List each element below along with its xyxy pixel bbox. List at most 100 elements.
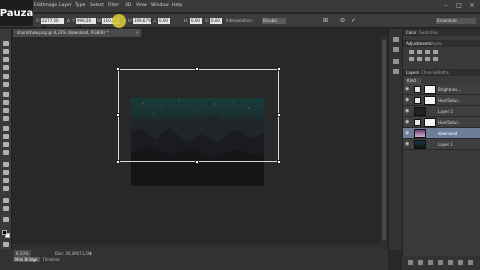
- add-mask-icon[interactable]: [428, 260, 433, 265]
- layer-row[interactable]: ◉ Layer 2: [403, 106, 480, 117]
- delta-icon[interactable]: Δ: [67, 18, 70, 23]
- black-white-adjustment-icon[interactable]: [425, 57, 430, 61]
- visibility-eye-icon[interactable]: ◉: [405, 109, 410, 114]
- crop-tool-icon[interactable]: [3, 74, 9, 79]
- quick-mask-icon[interactable]: [3, 242, 9, 247]
- close-icon[interactable]: ×: [469, 3, 475, 9]
- y-input[interactable]: 999,50 px: [76, 18, 96, 29]
- paragraph-icon[interactable]: [393, 69, 399, 74]
- commit-transform-icon[interactable]: ✓: [350, 17, 357, 24]
- shape-tool-icon[interactable]: [3, 186, 9, 191]
- workspace-select[interactable]: Essentials: [436, 18, 476, 24]
- v-skew-input[interactable]: 0,00: [210, 18, 222, 24]
- history-icon[interactable]: [393, 37, 399, 42]
- menu-3d[interactable]: 3D: [125, 3, 131, 8]
- layer-row[interactable]: ◉ Brightnes...: [403, 84, 480, 95]
- transform-handle[interactable]: [195, 160, 199, 164]
- transform-handle[interactable]: [195, 67, 199, 71]
- blur-tool-icon[interactable]: [3, 142, 9, 147]
- tab-adjustments[interactable]: Adjustments: [406, 41, 431, 46]
- layer-row[interactable]: ◉ Hue/Satur...: [403, 95, 480, 106]
- levels-adjustment-icon[interactable]: [417, 50, 422, 54]
- pen-tool-icon[interactable]: [3, 162, 9, 167]
- path-select-tool-icon[interactable]: [3, 178, 9, 183]
- status-arrow-icon[interactable]: ▸: [90, 251, 92, 256]
- angle-input[interactable]: 0,00: [158, 18, 170, 24]
- transform-handle[interactable]: [116, 113, 120, 117]
- layer-style-icon[interactable]: [418, 260, 423, 265]
- visibility-eye-icon[interactable]: ◉: [405, 120, 410, 125]
- tab-channels[interactable]: Channels: [421, 70, 440, 75]
- lasso-tool-icon[interactable]: [3, 57, 9, 62]
- hand-tool-icon[interactable]: [3, 198, 9, 203]
- x-input[interactable]: 2277,50 px: [41, 18, 64, 29]
- foreground-color-swatch[interactable]: [2, 230, 7, 235]
- transform-handle[interactable]: [277, 113, 281, 117]
- layer-mask-thumbnail[interactable]: [424, 96, 436, 105]
- visibility-eye-icon[interactable]: ◉: [405, 131, 410, 136]
- tab-paths[interactable]: Paths: [438, 70, 449, 75]
- maximize-icon[interactable]: □: [456, 3, 462, 9]
- quick-select-tool-icon[interactable]: [3, 65, 9, 70]
- menu-type[interactable]: Type: [75, 3, 85, 8]
- link-layers-icon[interactable]: [408, 260, 413, 265]
- visibility-eye-icon[interactable]: ◉: [405, 98, 410, 103]
- transform-handle[interactable]: [116, 160, 120, 164]
- move-tool-icon[interactable]: [3, 41, 9, 46]
- eraser-tool-icon[interactable]: [3, 126, 9, 131]
- hue-saturation-adjustment-icon[interactable]: [409, 57, 414, 61]
- brightness-adjustment-icon[interactable]: [409, 50, 414, 54]
- tab-styles[interactable]: Styles: [430, 41, 442, 46]
- color-balance-adjustment-icon[interactable]: [417, 57, 422, 61]
- extra-tool-icon[interactable]: [3, 217, 9, 222]
- minimize-icon[interactable]: –: [443, 3, 449, 9]
- exposure-adjustment-icon[interactable]: [433, 50, 438, 54]
- photo-filter-adjustment-icon[interactable]: [433, 57, 438, 61]
- dodge-tool-icon[interactable]: [3, 150, 9, 155]
- layer-row[interactable]: ◉ Layer 1: [403, 139, 480, 150]
- tab-swatches[interactable]: Swatches: [419, 30, 438, 35]
- menu-window[interactable]: Window: [151, 3, 169, 8]
- document-close-icon[interactable]: ×: [136, 29, 139, 37]
- menu-layer[interactable]: Layer: [59, 3, 72, 8]
- brush-tool-icon[interactable]: [3, 100, 9, 105]
- layer-mask-thumbnail[interactable]: [424, 118, 436, 127]
- healing-brush-tool-icon[interactable]: [3, 92, 9, 97]
- character-icon[interactable]: [393, 59, 399, 64]
- zoom-level[interactable]: 8,33%: [14, 250, 31, 257]
- menu-select[interactable]: Select: [90, 3, 104, 8]
- app-logo[interactable]: Pauza: [0, 0, 33, 26]
- layer-mask-thumbnail[interactable]: [424, 85, 436, 94]
- menu-view[interactable]: View: [136, 3, 147, 8]
- layer-row[interactable]: ◉ Hue/Satur...: [403, 117, 480, 128]
- curves-adjustment-icon[interactable]: [425, 50, 430, 54]
- transform-handle[interactable]: [277, 67, 281, 71]
- visibility-eye-icon[interactable]: ◉: [405, 87, 410, 92]
- tab-timeline[interactable]: Timeline: [43, 257, 60, 262]
- tab-layers[interactable]: Layers: [406, 70, 419, 75]
- transform-handle[interactable]: [116, 67, 120, 71]
- eyedropper-tool-icon[interactable]: [3, 82, 9, 87]
- new-adjustment-icon[interactable]: [438, 260, 443, 265]
- menu-edit[interactable]: Edit: [34, 3, 43, 8]
- h-skew-input[interactable]: 0,00: [190, 18, 202, 24]
- menu-help[interactable]: Help: [172, 3, 182, 8]
- clone-stamp-tool-icon[interactable]: [3, 108, 9, 113]
- gradient-tool-icon[interactable]: [3, 134, 9, 139]
- document-tab[interactable]: sharkshow.png @ 8,33% (download, RGB/8) …: [13, 29, 141, 37]
- vertical-scrollbar-thumb[interactable]: [382, 40, 386, 240]
- new-group-icon[interactable]: [448, 260, 453, 265]
- tab-color[interactable]: Color: [406, 30, 416, 35]
- layer-row-selected[interactable]: ◉ download: [403, 128, 480, 139]
- type-tool-icon[interactable]: [3, 170, 9, 175]
- new-layer-icon[interactable]: [458, 260, 463, 265]
- cancel-transform-icon[interactable]: ⊘: [339, 17, 346, 24]
- menu-image[interactable]: Image: [43, 3, 57, 8]
- properties-icon[interactable]: [393, 47, 399, 52]
- marquee-tool-icon[interactable]: [3, 49, 9, 54]
- menu-filter[interactable]: Filter: [108, 3, 119, 8]
- transform-handle[interactable]: [277, 160, 281, 164]
- zoom-tool-icon[interactable]: [3, 206, 9, 211]
- visibility-eye-icon[interactable]: ◉: [405, 142, 410, 147]
- warp-icon[interactable]: ⊞: [322, 17, 329, 24]
